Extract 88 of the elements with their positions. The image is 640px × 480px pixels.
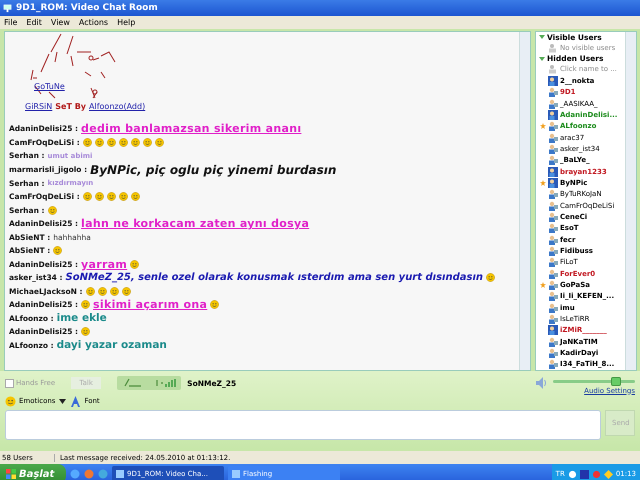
webcam-user-icon — [548, 76, 558, 86]
message-text: ByNPic, piç oglu piç yinemi burdasın — [90, 162, 336, 176]
user-icon — [548, 280, 558, 290]
message-text: ime ekle — [56, 312, 107, 324]
font-icon — [70, 396, 82, 406]
smiley-icon — [82, 138, 92, 147]
scrollbar[interactable] — [519, 32, 530, 370]
user-icon — [548, 155, 558, 166]
volume-thumb[interactable] — [610, 376, 620, 386]
smiley-icon — [110, 286, 119, 296]
smiley-icon — [53, 246, 62, 256]
user-icon — [548, 268, 558, 279]
smiley-icon — [94, 192, 104, 202]
smiley-icon — [118, 138, 128, 147]
user-icon — [548, 314, 558, 324]
user-icon — [548, 291, 558, 302]
join-link[interactable]: GiRSiN — [25, 102, 52, 111]
user-icon — [548, 234, 558, 245]
message-text: SoNMeZ_25, senle ozel olarak konusmak ısterdım ama sen yurt dısındasın — [66, 272, 483, 284]
user-icon — [548, 144, 558, 154]
user-icon — [548, 223, 558, 234]
mic-level-icon — [117, 376, 182, 390]
message-input[interactable] — [5, 410, 601, 440]
star-icon — [540, 180, 546, 186]
user-icon — [548, 359, 558, 370]
webcam-user-icon — [548, 325, 558, 336]
menu-item[interactable]: View — [50, 18, 70, 27]
menu-item[interactable]: File — [4, 18, 18, 27]
window-icon — [116, 470, 124, 478]
ascii-link[interactable]: GoTuNe — [34, 82, 65, 91]
smiley-icon — [142, 138, 152, 147]
window-title: 9D1_ROM: Video Chat Room — [16, 3, 158, 13]
smiley-icon — [82, 192, 92, 202]
menu-item[interactable]: Edit — [26, 18, 42, 27]
smiley-icon — [5, 396, 16, 406]
star-icon — [540, 282, 546, 288]
smiley-icon — [130, 138, 140, 147]
message-text: dedim banlamazsan sikerim ananı — [81, 122, 302, 136]
smiley-icon — [81, 327, 90, 336]
smiley-icon — [106, 192, 116, 202]
window-icon — [232, 470, 240, 478]
smiley-icon — [122, 286, 131, 296]
message-text: lahn ne korkacam zaten aynı dosya — [81, 217, 310, 230]
smiley-icon — [94, 138, 104, 147]
smiley-icon — [118, 192, 128, 202]
webcam-user-icon — [548, 178, 558, 188]
smiley-icon — [106, 138, 116, 147]
caret-icon[interactable] — [59, 398, 66, 404]
scrollbar[interactable] — [625, 32, 636, 370]
user-icon — [548, 336, 558, 347]
smiley-icon — [98, 286, 107, 296]
message-text: sikimi açarım ona — [93, 298, 208, 312]
expand-arrow-icon[interactable] — [539, 34, 545, 40]
message-text: dayi yazar ozaman — [56, 339, 167, 352]
user-icon — [548, 132, 558, 143]
author-link[interactable]: Alfoonzo(Add) — [89, 102, 146, 111]
app-icon — [3, 4, 12, 12]
user-icon — [548, 87, 558, 98]
set-by-label: SeT By — [55, 102, 86, 111]
expand-arrow-icon[interactable] — [539, 56, 545, 62]
message-text: yarram — [81, 258, 128, 271]
smiley-icon — [130, 192, 140, 202]
user-icon — [548, 246, 558, 256]
user-icon — [548, 257, 558, 268]
user-icon — [548, 98, 558, 109]
smiley-icon — [86, 286, 95, 296]
user-icon — [548, 348, 558, 358]
smiley-icon — [81, 300, 90, 310]
user-icon — [548, 189, 558, 200]
smiley-icon — [486, 273, 495, 282]
speaker-icon[interactable] — [535, 376, 547, 390]
star-icon — [540, 123, 546, 130]
user-icon — [548, 302, 558, 313]
smiley-icon — [130, 260, 140, 269]
smiley-icon — [154, 138, 164, 147]
webcam-user-icon — [548, 110, 558, 120]
webcam-user-icon — [548, 166, 558, 177]
menu-item[interactable]: Help — [117, 18, 136, 27]
users-icon — [548, 42, 558, 53]
windows-logo-icon — [6, 469, 16, 479]
users-icon — [548, 64, 558, 74]
smiley-icon — [210, 300, 220, 310]
user-icon — [548, 121, 558, 132]
menu-item[interactable]: Actions — [78, 18, 108, 27]
user-icon — [548, 212, 558, 222]
user-icon — [548, 200, 558, 211]
smiley-icon — [48, 206, 57, 215]
start-button[interactable]: Başlat — [0, 464, 66, 480]
